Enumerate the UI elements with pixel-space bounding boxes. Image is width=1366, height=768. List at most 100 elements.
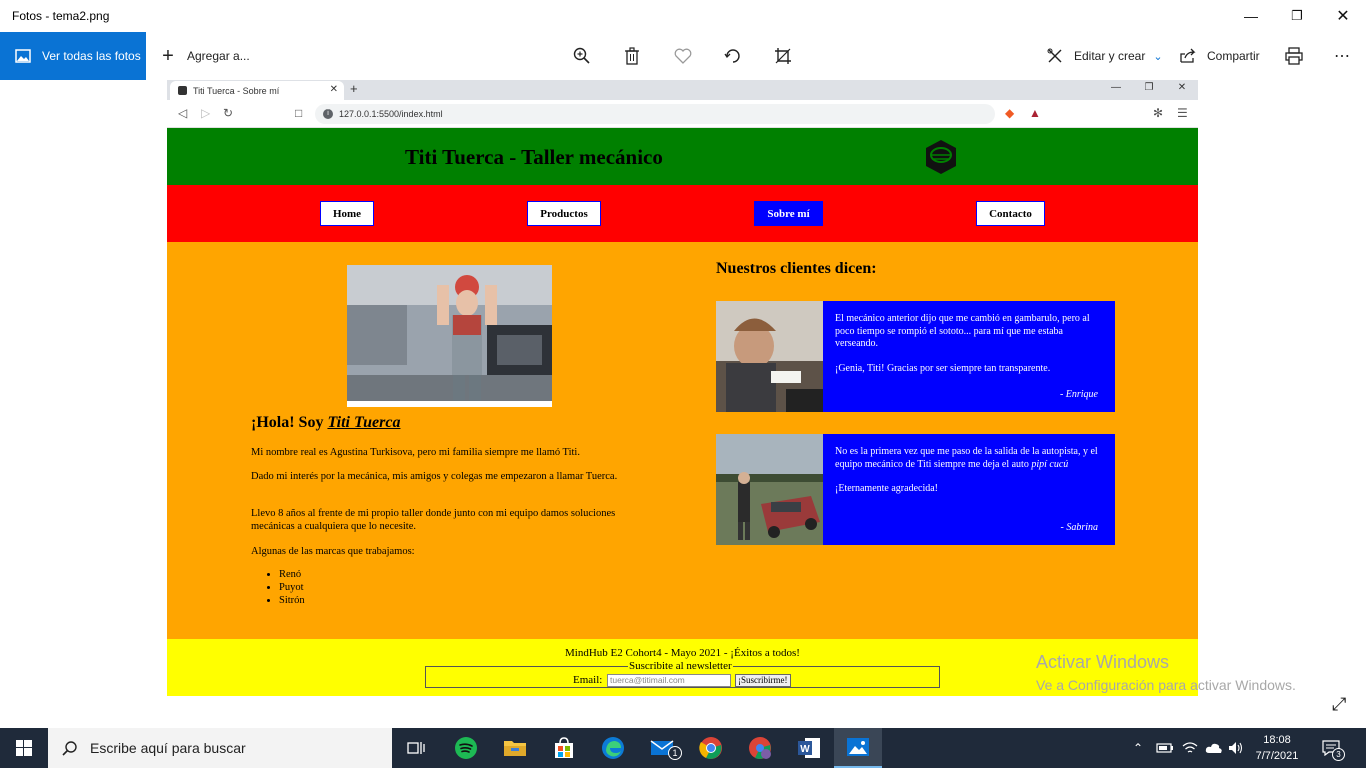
brave-rewards-icon[interactable]: ▲: [1029, 106, 1041, 120]
taskbar-clock[interactable]: 18:08 7/7/2021: [1252, 732, 1302, 764]
trash-icon: [621, 45, 643, 67]
chrome-icon: [699, 737, 722, 759]
taskbar-search[interactable]: Escribe aquí para buscar: [48, 728, 392, 768]
nav-contacto[interactable]: Contacto: [976, 201, 1045, 226]
about-paragraph-3: Llevo 8 años al frente de mi propio tall…: [251, 508, 616, 532]
battery-icon[interactable]: [1156, 728, 1174, 768]
file-explorer-button[interactable]: [491, 728, 539, 768]
volume-icon[interactable]: [1228, 728, 1244, 768]
browser-tab[interactable]: Titi Tuerca - Sobre mí ✕: [170, 81, 344, 100]
search-placeholder: Escribe aquí para buscar: [90, 740, 246, 756]
close-button[interactable]: ✕: [1320, 0, 1366, 32]
about-heading-prefix: ¡Hola! Soy: [251, 414, 328, 431]
browser-tab-strip: Titi Tuerca - Sobre mí ✕ + — ❐ ✕: [167, 80, 1198, 100]
chrome-button[interactable]: [687, 728, 735, 768]
word-button[interactable]: W: [785, 728, 833, 768]
testimonial-author: - Enrique: [1059, 389, 1098, 400]
plus-icon: +: [162, 44, 174, 67]
notifications-button[interactable]: 3: [1322, 728, 1345, 768]
brave-shield-icon[interactable]: ◆: [1005, 106, 1014, 120]
rotate-button[interactable]: [722, 32, 744, 80]
show-hidden-icons-button[interactable]: ⌃: [1133, 728, 1143, 768]
url-text: 127.0.0.1:5500/index.html: [339, 109, 443, 119]
photos-title-bar: Fotos - tema2.png — ❐ ✕: [0, 0, 1366, 32]
client-photo: [716, 301, 823, 412]
site-info-icon[interactable]: i: [323, 109, 333, 119]
activation-watermark-title: Activar Windows: [1036, 652, 1170, 672]
chrome-profile-button[interactable]: [736, 728, 784, 768]
browser-restore-icon[interactable]: ❐: [1139, 82, 1159, 93]
wifi-icon[interactable]: [1182, 728, 1198, 768]
activation-watermark-text: Ve a Configuración para activar Windows.: [1036, 677, 1296, 693]
reload-icon[interactable]: ↻: [223, 106, 233, 120]
brands-list: Renó Puyot Sitrón: [279, 568, 305, 607]
share-label: Compartir: [1207, 49, 1260, 63]
zoom-in-icon: [571, 45, 593, 67]
tab-title: Titi Tuerca - Sobre mí: [193, 85, 280, 96]
email-field[interactable]: tuerca@titimail.com: [607, 674, 731, 687]
restore-icon: ❐: [1291, 8, 1303, 23]
start-button[interactable]: [0, 728, 48, 768]
edge-icon: [602, 737, 624, 759]
maximize-button[interactable]: ❐: [1274, 0, 1320, 32]
add-to-label: Agregar a...: [187, 49, 250, 63]
favorite-button[interactable]: [672, 32, 694, 80]
browser-close-icon[interactable]: ✕: [1172, 82, 1192, 93]
menu-icon[interactable]: ☰: [1177, 106, 1188, 120]
share-icon: [1177, 45, 1199, 67]
subscribe-button[interactable]: ¡Suscribirme!: [735, 674, 791, 687]
edit-create-label: Editar y crear: [1074, 49, 1146, 63]
about-paragraph-4: Algunas de las marcas que trabajamos:: [251, 546, 415, 557]
crop-button[interactable]: [772, 32, 794, 80]
printer-icon: [1283, 45, 1305, 67]
cloud-icon[interactable]: [1205, 728, 1223, 768]
photos-taskbar-button[interactable]: [834, 728, 882, 768]
nav-sobre-mi[interactable]: Sobre mí: [754, 201, 823, 226]
testimonial-card: No es la primera vez que me paso de la s…: [716, 434, 1115, 545]
new-tab-icon[interactable]: +: [350, 81, 358, 96]
share-button[interactable]: Compartir: [1177, 32, 1260, 80]
tab-close-icon[interactable]: ✕: [330, 84, 338, 95]
mail-button[interactable]: 1: [638, 728, 686, 768]
print-button[interactable]: [1283, 32, 1305, 80]
add-to-button[interactable]: + Agregar a...: [157, 32, 250, 80]
edit-create-button[interactable]: Editar y crear ⌄: [1044, 32, 1163, 80]
word-icon: W: [798, 738, 820, 758]
forward-icon[interactable]: ▷: [201, 106, 210, 120]
bookmark-icon[interactable]: □: [295, 106, 302, 120]
photos-app-icon: [847, 738, 869, 756]
task-view-button[interactable]: [392, 728, 440, 768]
chevron-up-icon: ⌃: [1133, 741, 1144, 755]
client-photo: [716, 434, 823, 545]
notification-count: 3: [1332, 748, 1345, 761]
folder-icon: [504, 741, 526, 756]
mail-badge: 1: [668, 746, 682, 760]
rotate-icon: [722, 45, 744, 67]
chrome-profile-icon: [749, 737, 771, 759]
browser-minimize-icon[interactable]: —: [1106, 82, 1126, 93]
back-icon[interactable]: ◁: [178, 106, 187, 120]
close-icon: ✕: [1336, 8, 1350, 25]
edge-button[interactable]: [589, 728, 637, 768]
nav-home[interactable]: Home: [320, 201, 374, 226]
more-options-button[interactable]: ⋯: [1331, 32, 1353, 80]
zoom-button[interactable]: [571, 32, 593, 80]
delete-button[interactable]: [621, 32, 643, 80]
address-bar[interactable]: i 127.0.0.1:5500/index.html: [315, 104, 995, 124]
testimonial-quote-emphasis: pipí cucú: [1031, 458, 1069, 470]
browser-window: Titi Tuerca - Sobre mí ✕ + — ❐ ✕ ◁ ▷ ↻ □…: [167, 80, 1198, 696]
nav-productos[interactable]: Productos: [527, 201, 601, 226]
spotify-button[interactable]: [442, 728, 490, 768]
minimize-button[interactable]: —: [1228, 0, 1274, 32]
extensions-icon[interactable]: ✻: [1153, 106, 1163, 120]
clock-time: 18:08: [1263, 734, 1291, 746]
main-content: ¡Hola! Soy Titi Tuerca Mi nombre real es…: [167, 242, 1198, 639]
clock-date: 7/7/2021: [1255, 750, 1299, 762]
store-button[interactable]: [540, 728, 588, 768]
site-header: Titi Tuerca - Taller mecánico: [167, 128, 1198, 185]
expand-icon[interactable]: ⤢: [1332, 694, 1346, 715]
list-item: Puyot: [279, 581, 305, 594]
nav-productos-label: Productos: [540, 207, 588, 220]
all-photos-button[interactable]: Ver todas las fotos: [0, 32, 146, 80]
testimonial-quote-2: ¡Eternamente agradecida!: [835, 483, 938, 494]
